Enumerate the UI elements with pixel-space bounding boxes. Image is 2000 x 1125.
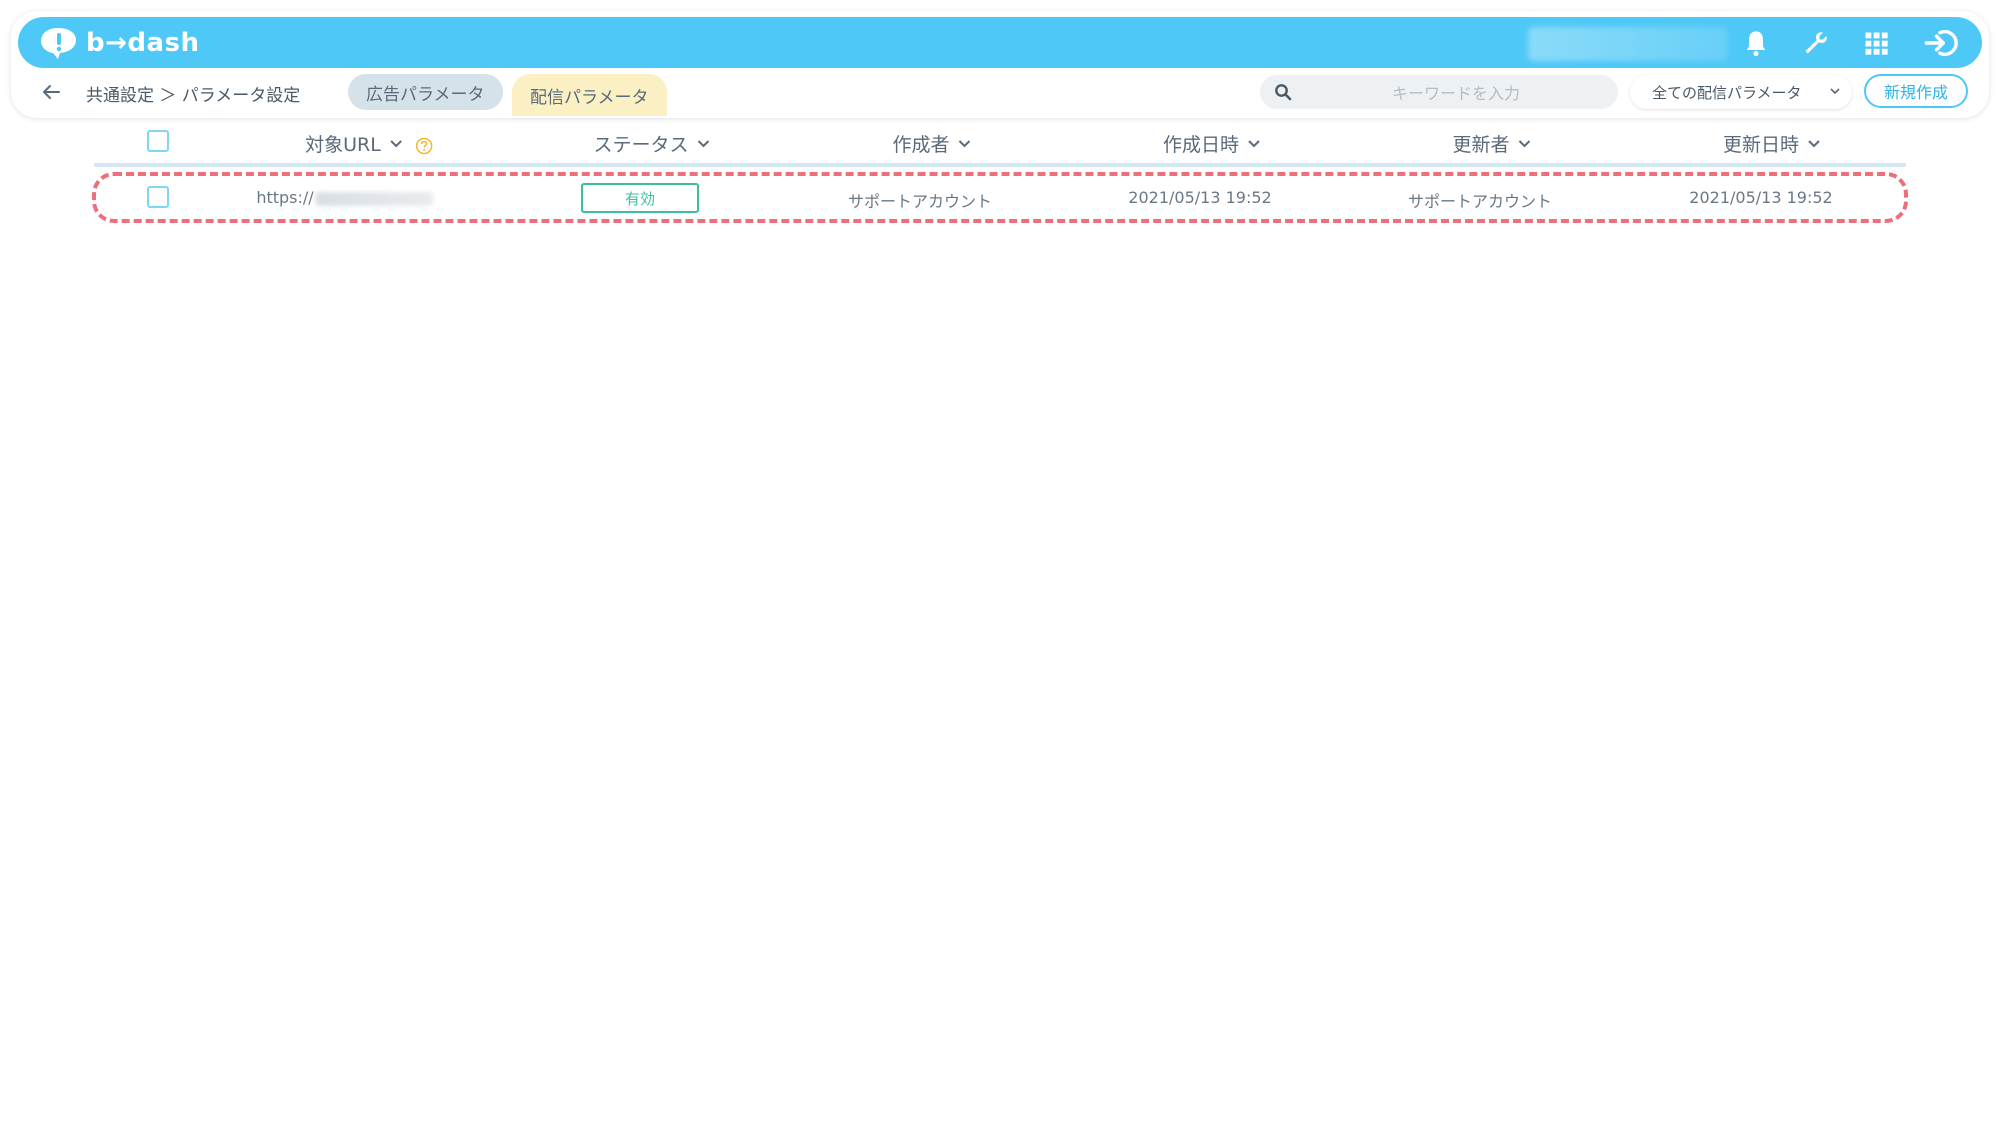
header-divider	[94, 163, 1906, 167]
column-label: 更新者	[1452, 134, 1510, 156]
cell-creator: サポートアカウント	[847, 192, 993, 211]
column-header-creator[interactable]: 作成者	[892, 130, 971, 157]
chevron-down-icon	[390, 140, 402, 148]
wrench-icon[interactable]	[1802, 29, 1830, 57]
tab-delivery-parameter[interactable]: 配信パラメータ	[512, 74, 667, 116]
column-header-updated-at[interactable]: 更新日時	[1723, 130, 1821, 157]
chevron-down-icon	[1248, 140, 1260, 148]
search-icon	[1275, 84, 1292, 101]
new-create-button[interactable]: 新規作成	[1864, 74, 1968, 108]
user-info-blurred[interactable]	[1528, 27, 1728, 61]
column-label: ステータス	[593, 134, 689, 156]
column-label: 作成者	[892, 134, 950, 156]
cell-target-url[interactable]: https://	[256, 188, 434, 207]
select-all-checkbox[interactable]	[147, 130, 169, 152]
chevron-down-icon	[1808, 140, 1820, 148]
top-bar: b→dash	[18, 17, 1982, 68]
cell-created-at: 2021/05/13 19:52	[1128, 188, 1272, 207]
parameter-filter-select[interactable]: 全ての配信パラメータ	[1630, 75, 1852, 109]
column-header-status[interactable]: ステータス	[593, 130, 710, 157]
search-box	[1260, 75, 1618, 111]
table-header: 対象URL ステータス 作成者 作成日時 更新者 更新日時	[92, 126, 1906, 164]
column-header-updater[interactable]: 更新者	[1452, 130, 1531, 157]
logout-icon[interactable]	[1924, 29, 1958, 57]
url-blurred	[315, 191, 434, 206]
chevron-down-icon	[1830, 88, 1840, 95]
app-logo[interactable]: b→dash	[38, 23, 200, 63]
tab-ad-parameter[interactable]: 広告パラメータ	[348, 74, 503, 110]
cell-updated-at: 2021/05/13 19:52	[1689, 188, 1833, 207]
status-badge: 有効	[581, 183, 699, 213]
logo-bubble-icon	[41, 28, 76, 59]
chevron-down-icon	[697, 140, 710, 148]
chevron-down-icon	[1518, 140, 1531, 148]
url-prefix: https://	[256, 188, 314, 207]
column-label: 作成日時	[1162, 134, 1240, 156]
column-label: 更新日時	[1722, 134, 1800, 156]
filter-select-value: 全ての配信パラメータ	[1652, 83, 1802, 102]
column-header-target-url[interactable]: 対象URL	[305, 130, 433, 157]
logo-text: b→dash	[86, 28, 200, 58]
apps-grid-icon[interactable]	[1862, 29, 1890, 57]
help-icon[interactable]	[415, 137, 433, 155]
breadcrumb: 共通設定 ＞ パラメータ設定	[86, 86, 301, 106]
row-checkbox[interactable]	[147, 186, 169, 208]
chevron-down-icon	[958, 140, 971, 148]
cell-updater: サポートアカウント	[1407, 192, 1553, 211]
search-input[interactable]	[1304, 75, 1608, 111]
bell-icon[interactable]	[1742, 29, 1770, 57]
sub-navigation: 共通設定 ＞ パラメータ設定 広告パラメータ 配信パラメータ 全ての配信パラメー…	[18, 72, 1982, 116]
back-arrow-icon[interactable]	[40, 82, 62, 102]
column-header-created-at[interactable]: 作成日時	[1163, 130, 1261, 157]
column-label: 対象URL	[305, 134, 381, 156]
